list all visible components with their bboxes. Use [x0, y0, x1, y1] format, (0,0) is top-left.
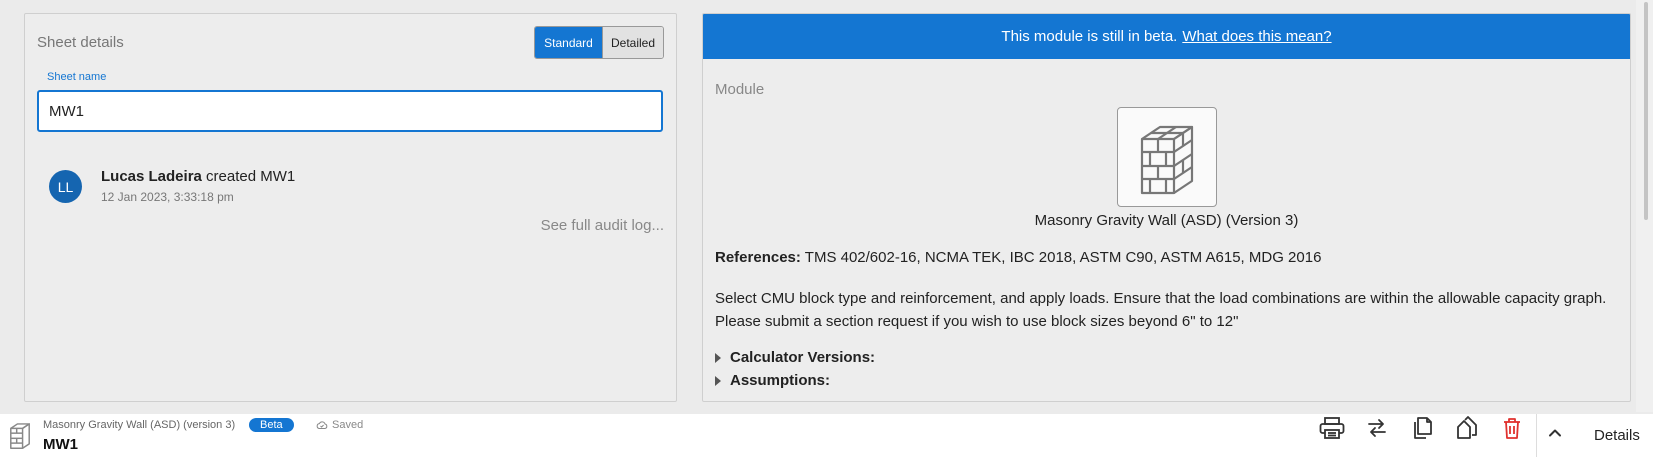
footer-sheet-name: MW1: [43, 436, 78, 453]
brick-wall-icon: [10, 423, 30, 449]
standard-toggle-button[interactable]: Standard: [535, 27, 602, 58]
footer-bar: Masonry Gravity Wall (ASD) (version 3) B…: [0, 414, 1653, 457]
caret-right-icon: [715, 375, 721, 386]
duplicate-button[interactable]: [1452, 414, 1482, 442]
module-description: Select CMU block type and reinforcement,…: [715, 290, 1607, 330]
audit-timestamp: 12 Jan 2023, 3:33:18 pm: [101, 190, 234, 204]
assumptions-label: Assumptions:: [730, 372, 831, 389]
references-value: TMS 402/602-16, NCMA TEK, IBC 2018, ASTM…: [800, 249, 1322, 266]
avatar: LL: [49, 170, 82, 203]
calculator-versions-label: Calculator Versions:: [730, 349, 876, 366]
audit-user: Lucas Ladeira: [101, 168, 202, 185]
footer-module-name: Masonry Gravity Wall (ASD) (version 3): [43, 419, 236, 431]
details-toggle[interactable]: Details: [1594, 427, 1640, 444]
sheet-name-input[interactable]: [37, 90, 663, 132]
cloud-check-icon: [316, 421, 328, 429]
module-icon-card: [1117, 107, 1217, 207]
module-name: Masonry Gravity Wall (ASD) (Version 3): [1034, 212, 1299, 229]
footer-divider: [1536, 414, 1537, 457]
swap-button[interactable]: [1362, 414, 1392, 442]
beta-banner: This module is still in beta. What does …: [703, 14, 1630, 59]
calculator-versions-toggle[interactable]: Calculator Versions:: [715, 349, 875, 366]
saved-status-label: Saved: [332, 419, 364, 431]
chevron-up-icon[interactable]: [1548, 426, 1562, 440]
full-audit-log-link[interactable]: See full audit log...: [541, 217, 664, 234]
brick-wall-icon: [1140, 125, 1194, 195]
print-button[interactable]: [1317, 414, 1347, 442]
audit-entry: Lucas Ladeira created MW1: [101, 168, 295, 185]
module-heading: Module: [715, 81, 765, 98]
assumptions-toggle[interactable]: Assumptions:: [715, 372, 830, 389]
copy-icon: [1414, 417, 1432, 439]
saved-status: Saved: [316, 419, 363, 431]
copy-button[interactable]: [1407, 414, 1437, 442]
sheet-details-panel: Sheet details Standard Detailed Sheet na…: [24, 13, 677, 402]
beta-badge: Beta: [249, 418, 294, 432]
beta-banner-text: This module is still in beta.: [1001, 28, 1178, 45]
duplicate-icon: [1457, 416, 1477, 439]
trash-icon: [1504, 418, 1520, 439]
detailed-toggle-button[interactable]: Detailed: [602, 27, 663, 58]
scrollbar-thumb[interactable]: [1644, 2, 1648, 220]
references: References: TMS 402/602-16, NCMA TEK, IB…: [715, 249, 1321, 266]
caret-right-icon: [715, 352, 721, 363]
beta-info-link[interactable]: What does this mean?: [1182, 28, 1331, 45]
module-panel: This module is still in beta. What does …: [702, 13, 1631, 402]
sheet-details-title: Sheet details: [37, 34, 124, 51]
audit-action: created MW1: [201, 168, 296, 185]
references-label: References:: [715, 249, 801, 266]
delete-button[interactable]: [1497, 414, 1527, 442]
view-mode-toggle: Standard Detailed: [534, 26, 664, 59]
scrollbar[interactable]: [1636, 0, 1653, 412]
swap-icon: [1368, 419, 1386, 437]
print-icon: [1319, 417, 1345, 439]
sheet-name-label: Sheet name: [47, 71, 107, 83]
